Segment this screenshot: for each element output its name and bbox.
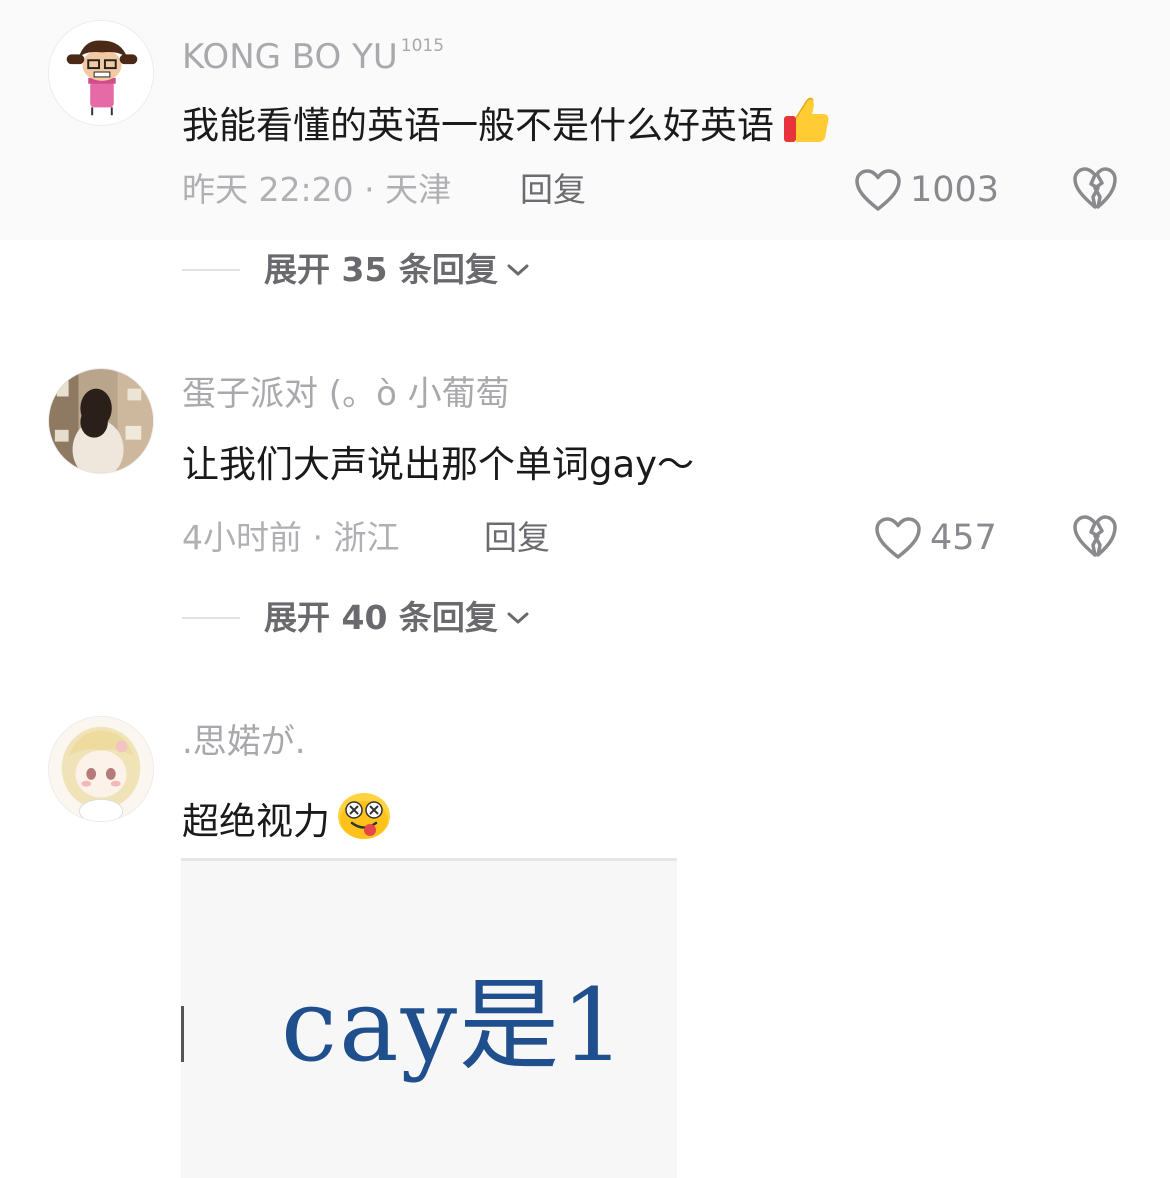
comment-location: 天津	[385, 170, 452, 209]
like-button[interactable]: 1003	[854, 168, 999, 212]
dislike-button[interactable]	[1072, 166, 1118, 210]
username[interactable]: 蛋子派对 (。ò 小葡萄	[182, 374, 510, 414]
username[interactable]: KONG BO YU 1015	[182, 26, 444, 77]
like-count: 1003	[910, 170, 1000, 210]
broken-heart-icon	[1073, 515, 1117, 557]
heart-outline-icon	[875, 517, 921, 559]
comment-text: 我能看懂的英语一般不是什么好英语	[182, 103, 774, 147]
comment-location: 浙江	[333, 518, 400, 557]
avatar[interactable]	[48, 716, 154, 822]
expand-replies-label: 展开 35 条回复	[264, 250, 498, 289]
comment-meta: 昨天 22:20 · 天津	[182, 170, 451, 210]
like-count: 457	[930, 518, 997, 558]
comment-content: 超绝视力	[182, 790, 392, 853]
reply-button[interactable]: 回复	[484, 518, 550, 558]
thumbs-up-icon	[780, 94, 832, 157]
broken-heart-icon	[1073, 167, 1117, 209]
avatar[interactable]	[48, 20, 154, 126]
comment-text: 让我们大声说出那个单词gay～	[182, 443, 695, 486]
image-edge-mark	[181, 1006, 184, 1062]
dislike-button[interactable]	[1072, 514, 1118, 558]
like-button[interactable]: 457	[874, 516, 997, 560]
expand-replies-label: 展开 40 条回复	[264, 598, 498, 637]
avatar-photo-image	[49, 369, 153, 473]
expand-replies-button[interactable]: 展开 35 条回复	[182, 250, 530, 290]
meta-separator: ·	[302, 518, 334, 557]
dizzy-tongue-face-icon	[336, 790, 392, 853]
comment-content: 我能看懂的英语一般不是什么好英语	[182, 94, 832, 157]
avatar-cartoon-image	[49, 21, 153, 125]
comment-content: 让我们大声说出那个单词gay～	[182, 442, 694, 488]
comment-text: 超绝视力	[182, 799, 330, 843]
comment-time: 昨天 22:20	[182, 170, 354, 209]
reply-button[interactable]: 回复	[520, 170, 586, 210]
comment-meta: 4小时前 · 浙江	[182, 518, 399, 558]
divider-line	[182, 617, 240, 619]
user-badge: 1015	[400, 36, 445, 56]
username[interactable]: .思婼が.	[182, 722, 306, 762]
avatar[interactable]	[48, 368, 154, 474]
username-text: KONG BO YU	[182, 37, 398, 77]
comment-time: 4小时前	[182, 518, 302, 557]
attached-image[interactable]: cay是1	[181, 858, 677, 1178]
chevron-down-icon	[507, 264, 529, 276]
meta-separator: ·	[353, 170, 386, 209]
divider-line	[182, 269, 240, 271]
attached-image-text: cay是1	[281, 967, 627, 1084]
expand-replies-button[interactable]: 展开 40 条回复	[182, 598, 530, 638]
heart-outline-icon	[855, 169, 901, 211]
avatar-anime-image	[49, 717, 153, 821]
chevron-down-icon	[507, 612, 529, 624]
